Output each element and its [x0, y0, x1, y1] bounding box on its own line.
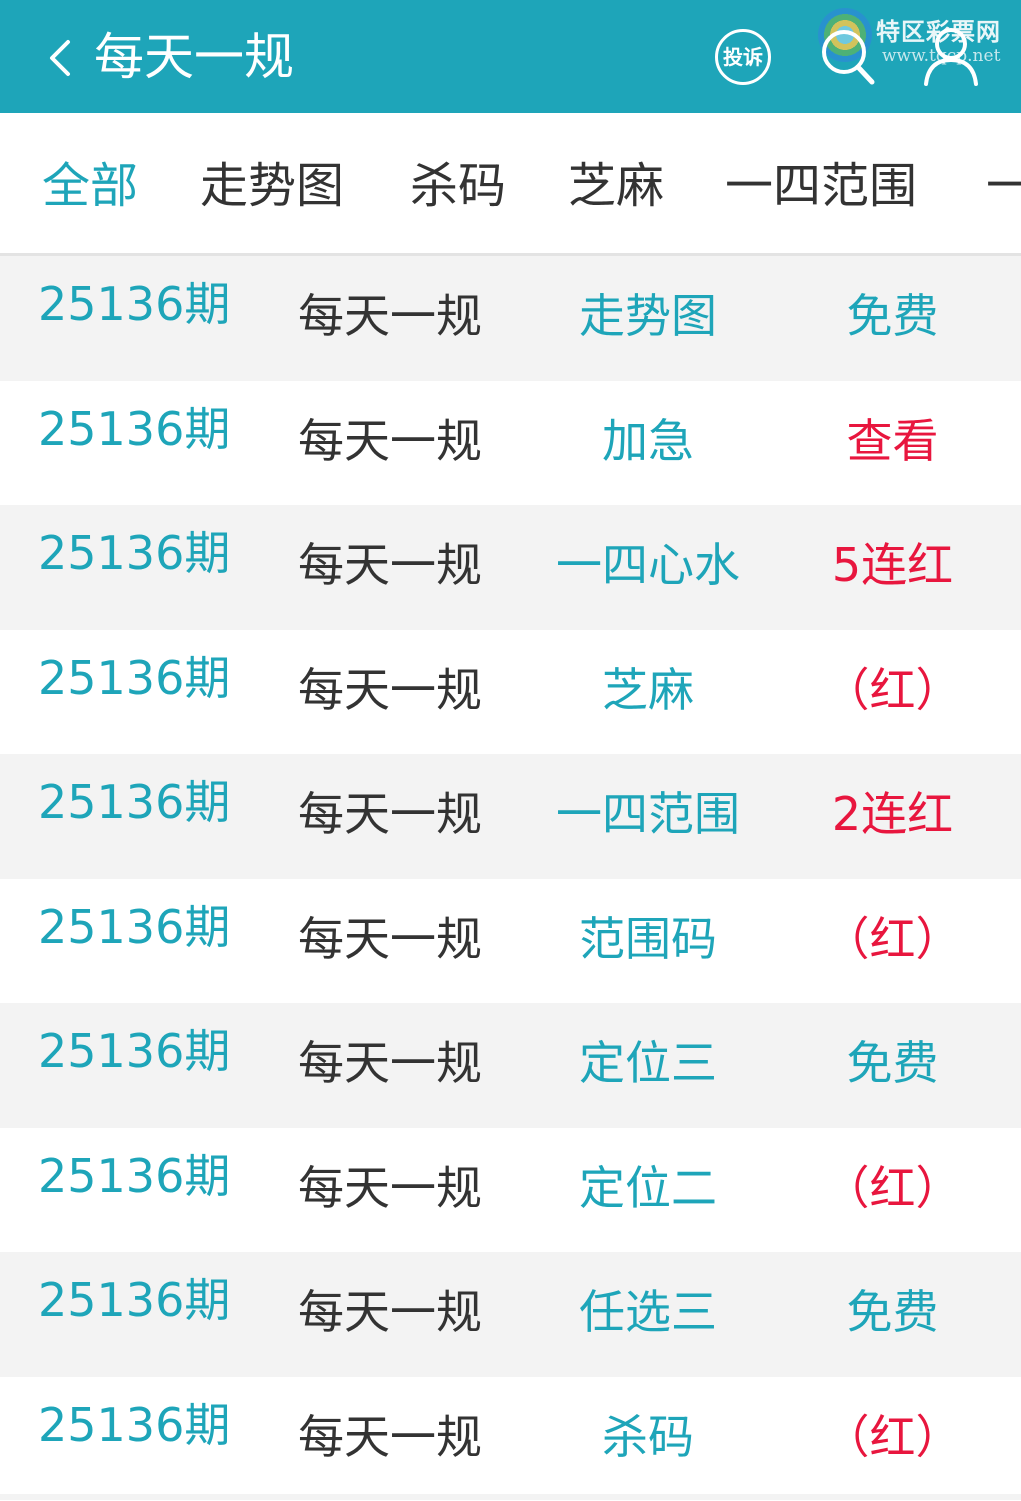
list-item[interactable]: 25136期 每天一规 加急 查看	[0, 381, 1021, 506]
list-item[interactable]: 25136期 每天一规 一四范围 2连红	[0, 754, 1021, 879]
category-label: 任选三	[518, 1280, 778, 1344]
category-label: 加急	[518, 409, 778, 473]
prediction-list: 25136期 每天一规 走势图 免费 25136期 每天一规 加急 查看 251…	[0, 256, 1021, 1501]
result-label: 免费	[790, 1031, 995, 1095]
result-label: 免费	[790, 1280, 995, 1344]
tab-next-partial[interactable]: 一	[986, 153, 1021, 219]
issue-number: 25136期	[38, 650, 230, 706]
tab-trend-chart[interactable]: 走势图	[200, 153, 344, 219]
category-tabs: 全部 走势图 杀码 芝麻 一四范围 一	[0, 113, 1021, 256]
chevron-left-icon	[42, 36, 78, 80]
category-label: 定位二	[518, 1156, 778, 1220]
author-name: 每天一规	[298, 1156, 482, 1220]
page-title: 每天一规	[94, 22, 294, 92]
result-label: （红）	[790, 1405, 995, 1469]
top-bar: 每天一规 投诉 特区彩票网 www.tqcp.net	[0, 0, 1021, 113]
author-name: 每天一规	[298, 1405, 482, 1469]
tab-kill-code[interactable]: 杀码	[410, 153, 506, 219]
complain-button[interactable]: 投诉	[715, 29, 771, 85]
list-item[interactable]: 25136期 每天一规 定位二 （红）	[0, 1128, 1021, 1253]
author-name: 每天一规	[298, 533, 482, 597]
issue-number: 25136期	[38, 401, 230, 457]
author-name: 每天一规	[298, 1031, 482, 1095]
category-label: 芝麻	[518, 658, 778, 722]
issue-number: 25136期	[38, 774, 230, 830]
author-name: 每天一规	[298, 409, 482, 473]
issue-number: 25136期	[38, 1272, 230, 1328]
issue-number: 25136期	[38, 1397, 230, 1453]
issue-number: 25136期	[38, 899, 230, 955]
list-item[interactable]: 25136期 每天一规 芝麻 （红）	[0, 630, 1021, 755]
result-label: 查看	[790, 409, 995, 473]
result-label: （红）	[790, 658, 995, 722]
user-button[interactable]	[920, 24, 982, 88]
search-icon	[818, 24, 878, 88]
result-label: （红）	[790, 1156, 995, 1220]
list-item[interactable]: 25136期 每天一规 任选三 免费	[0, 1252, 1021, 1377]
result-label: 5连红	[790, 533, 995, 597]
category-label: 走势图	[518, 284, 778, 348]
result-label: 免费	[790, 284, 995, 348]
list-item[interactable]: 25136期 每天一规 范围码 （红）	[0, 879, 1021, 1004]
tab-sesame[interactable]: 芝麻	[568, 153, 664, 219]
tab-all[interactable]: 全部	[42, 153, 138, 219]
issue-number: 25136期	[38, 276, 230, 332]
category-label: 范围码	[518, 907, 778, 971]
issue-number: 25136期	[38, 525, 230, 581]
list-bottom-divider	[0, 1494, 1021, 1500]
tab-one-four-range[interactable]: 一四范围	[725, 153, 917, 219]
issue-number: 25136期	[38, 1148, 230, 1204]
category-label: 杀码	[518, 1405, 778, 1469]
author-name: 每天一规	[298, 782, 482, 846]
search-button[interactable]	[818, 24, 878, 88]
result-label: （红）	[790, 907, 995, 971]
author-name: 每天一规	[298, 658, 482, 722]
category-label: 定位三	[518, 1031, 778, 1095]
list-item[interactable]: 25136期 每天一规 杀码 （红）	[0, 1377, 1021, 1501]
author-name: 每天一规	[298, 1280, 482, 1344]
back-button[interactable]	[42, 36, 78, 80]
author-name: 每天一规	[298, 284, 482, 348]
author-name: 每天一规	[298, 907, 482, 971]
issue-number: 25136期	[38, 1023, 230, 1079]
category-label: 一四心水	[518, 533, 778, 597]
user-icon	[920, 24, 982, 88]
list-item[interactable]: 25136期 每天一规 定位三 免费	[0, 1003, 1021, 1128]
list-item[interactable]: 25136期 每天一规 走势图 免费	[0, 256, 1021, 381]
list-item[interactable]: 25136期 每天一规 一四心水 5连红	[0, 505, 1021, 630]
category-label: 一四范围	[518, 782, 778, 846]
result-label: 2连红	[790, 782, 995, 846]
